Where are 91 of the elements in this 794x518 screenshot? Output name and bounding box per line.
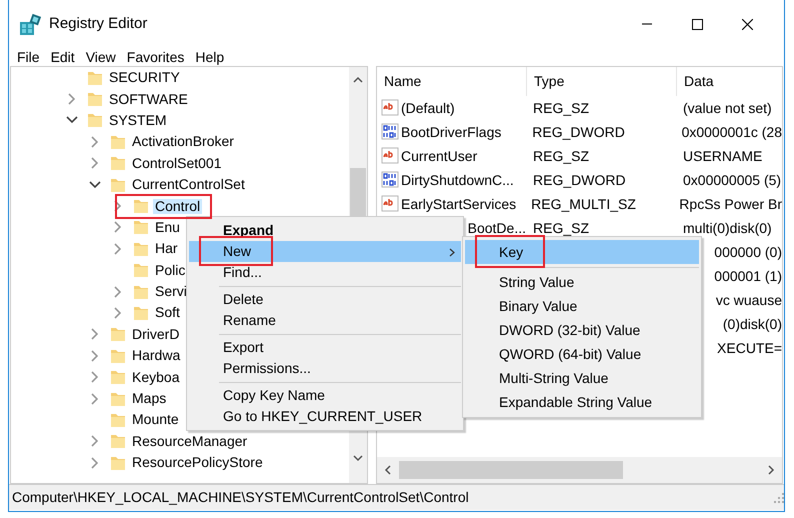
string-value-icon — [381, 99, 399, 117]
tree-item[interactable]: Servi — [153, 284, 189, 300]
value-name[interactable]: BootDe... — [468, 218, 526, 238]
value-data: 000001 (1) — [714, 268, 782, 284]
folder-icon — [133, 261, 149, 280]
menu-item[interactable]: View — [82, 48, 123, 66]
scroll-right-icon[interactable] — [766, 465, 776, 475]
value-type: REG_MULTI_SZ — [531, 196, 636, 212]
app-icon — [19, 13, 41, 35]
menu-item[interactable]: Copy Key Name — [189, 385, 461, 406]
folder-icon — [133, 197, 149, 216]
menu-item[interactable]: Favorites — [122, 48, 192, 66]
menu-item[interactable]: Find... — [189, 262, 461, 283]
close-icon — [742, 18, 752, 30]
binary-value-icon — [381, 171, 399, 189]
tree-item[interactable]: ResourcePolicyStore — [130, 455, 265, 470]
folder-icon — [110, 325, 126, 344]
menu-item[interactable]: New — [189, 241, 461, 262]
scroll-down-icon[interactable] — [353, 453, 363, 463]
value-data: (value not set) — [683, 100, 772, 116]
menu-item[interactable]: String Value — [465, 270, 699, 294]
folder-icon — [87, 111, 103, 130]
scrollbar-thumb[interactable] — [399, 461, 623, 479]
value-data: multi(0)disk(0) — [683, 220, 772, 236]
tree-item[interactable]: Soft — [153, 305, 182, 320]
value-name[interactable]: CurrentUser — [401, 146, 478, 166]
tree-item[interactable]: SOFTWARE — [107, 92, 190, 107]
tree-item[interactable]: DriverD — [130, 326, 182, 342]
menu-item[interactable]: Export — [189, 337, 461, 358]
folder-icon — [87, 90, 103, 108]
tree-item[interactable]: Control — [153, 198, 202, 214]
value-data: vc wuause — [716, 292, 782, 308]
string-value-icon — [381, 195, 399, 213]
value-type: REG_DWORD — [533, 172, 626, 188]
tree-item[interactable]: ActivationBroker — [130, 134, 236, 150]
value-data: 000000 (0) — [714, 244, 782, 260]
menu-item[interactable]: QWORD (64-bit) Value — [465, 342, 699, 366]
value-data: 0x0000001c (28 — [682, 124, 782, 140]
value-data: 0x00000005 (5) — [683, 172, 782, 188]
tree-item[interactable]: Polic — [153, 262, 188, 278]
value-name[interactable]: BootDriverFlags — [401, 122, 502, 142]
tree-item[interactable]: ControlSet001 — [130, 156, 224, 171]
menu-item[interactable]: Go to HKEY_CURRENT_USER — [189, 406, 461, 427]
menu-item[interactable]: Help — [191, 48, 232, 66]
value-type: REG_SZ — [533, 148, 590, 164]
menu-item[interactable]: Permissions... — [189, 358, 461, 379]
menu-item[interactable]: Expand — [189, 220, 461, 241]
folder-icon — [110, 368, 126, 386]
menu-item[interactable]: Rename — [189, 310, 461, 331]
scroll-left-icon[interactable] — [383, 465, 393, 475]
folder-icon — [110, 154, 126, 172]
value-data: RpcSs Power Br — [679, 196, 782, 212]
tree-item[interactable]: ResourceManager — [130, 434, 250, 449]
column-header[interactable]: Type — [527, 67, 677, 96]
column-header[interactable]: Data — [677, 67, 781, 96]
menu-item[interactable]: Expandable String Value — [465, 390, 699, 414]
tree-item[interactable]: SYSTEM — [107, 112, 169, 128]
menu-item[interactable]: Multi-String Value — [465, 366, 699, 390]
status-path: Computer\HKEY_LOCAL_MACHINE\SYSTEM\CurrentControlSet\Control — [12, 488, 469, 507]
tree-item[interactable]: CurrentControlSet — [130, 177, 247, 192]
column-header[interactable]: Name — [377, 67, 527, 96]
string-value-icon — [381, 147, 399, 165]
value-name[interactable]: DirtyShutdownC... — [401, 170, 514, 190]
folder-icon — [133, 218, 149, 236]
window-title: Registry Editor — [49, 14, 148, 34]
scroll-up-icon[interactable] — [353, 75, 363, 85]
tree-item[interactable]: Keyboa — [130, 370, 182, 385]
binary-value-icon — [381, 123, 399, 141]
value-data: XECUTE= — [717, 340, 782, 356]
tree-item[interactable]: Enu — [153, 220, 182, 235]
value-type: REG_DWORD — [532, 124, 625, 140]
tree-item[interactable]: Mounte — [130, 412, 181, 428]
tree-item[interactable]: Hardwa — [130, 348, 182, 364]
value-type: REG_SZ — [533, 220, 590, 236]
tree-item[interactable]: Maps — [130, 391, 168, 406]
value-data: (0)disk(0) — [722, 316, 782, 332]
menu-item[interactable]: DWORD (32-bit) Value — [465, 318, 699, 342]
value-name[interactable]: (Default) — [401, 98, 455, 118]
menu-item[interactable]: Key — [465, 240, 699, 264]
resize-grip-icon[interactable] — [774, 492, 784, 502]
menu-item[interactable]: File — [13, 48, 47, 66]
folder-icon — [110, 432, 126, 450]
value-type: REG_SZ — [533, 100, 590, 116]
menu-item[interactable]: Edit — [46, 48, 82, 66]
value-data: USERNAME — [683, 148, 762, 164]
maximize-icon — [692, 18, 702, 30]
menu-item[interactable]: Delete — [189, 289, 461, 310]
value-name[interactable]: EarlyStartServices — [401, 194, 516, 214]
tree-item[interactable]: Har — [153, 241, 180, 256]
menu-item[interactable]: Binary Value — [465, 294, 699, 318]
tree-item[interactable]: SECURITY — [107, 70, 182, 86]
